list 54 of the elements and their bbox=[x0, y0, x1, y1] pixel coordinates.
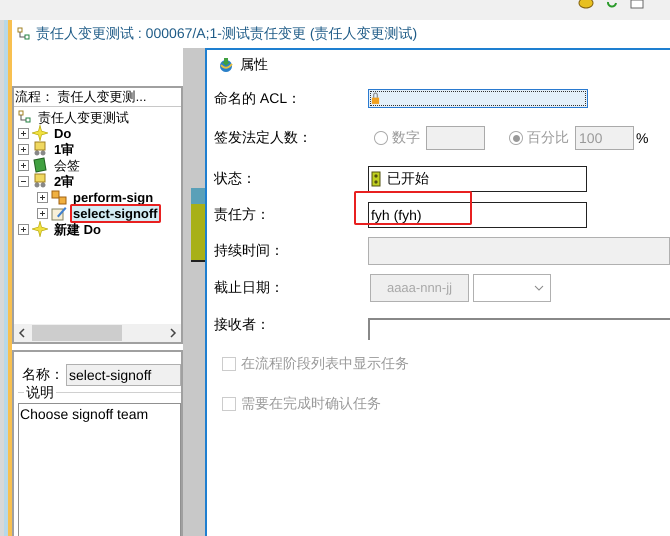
scroll-right-icon[interactable] bbox=[169, 328, 177, 338]
name-label: 名称： bbox=[22, 366, 64, 384]
chevron-down-icon bbox=[534, 284, 544, 290]
traffic-light-icon bbox=[371, 170, 381, 186]
lock-icon bbox=[371, 92, 380, 105]
description-legend: 说明 bbox=[24, 384, 56, 400]
document-icon bbox=[32, 157, 48, 173]
workflow-icon bbox=[17, 27, 31, 41]
field-label: 责任方： bbox=[214, 206, 271, 224]
field-label: 状态： bbox=[214, 170, 257, 188]
pencil-icon bbox=[51, 205, 67, 221]
description-field[interactable]: Choose signoff team bbox=[18, 403, 181, 536]
expand-toggle-icon[interactable] bbox=[37, 208, 48, 218]
recipient-field[interactable] bbox=[368, 318, 670, 340]
process-header: 流程： 责任人变更测... bbox=[14, 88, 181, 107]
status-field[interactable]: 已开始 bbox=[368, 166, 587, 192]
field-label: 命名的 ACL： bbox=[214, 90, 302, 108]
field-label: 接收者： bbox=[214, 316, 271, 334]
workflow-icon bbox=[18, 110, 32, 124]
horizontal-scrollbar[interactable] bbox=[14, 324, 181, 342]
tree-item[interactable]: select-signoff bbox=[70, 204, 161, 222]
tree-item[interactable]: 责任人变更测试 bbox=[35, 108, 132, 126]
field-label: 截止日期： bbox=[214, 278, 285, 296]
figure-icon bbox=[32, 141, 48, 157]
globe-icon bbox=[218, 57, 234, 73]
tree-item[interactable]: 2审 bbox=[51, 172, 78, 190]
expand-toggle-icon[interactable] bbox=[18, 224, 29, 234]
tree-item[interactable]: 1审 bbox=[51, 140, 78, 158]
tree-item[interactable]: perform-sign bbox=[70, 188, 156, 206]
acl-field[interactable] bbox=[368, 89, 588, 108]
toolbar-icon[interactable] bbox=[578, 0, 594, 10]
field-label: 持续时间： bbox=[214, 242, 285, 260]
window-icon[interactable] bbox=[630, 0, 644, 10]
scroll-left-icon[interactable] bbox=[18, 328, 26, 338]
figure-icon bbox=[32, 173, 48, 189]
collapse-toggle-icon[interactable] bbox=[18, 176, 29, 186]
star-icon bbox=[32, 125, 48, 141]
refresh-icon[interactable] bbox=[606, 0, 618, 10]
expand-toggle-icon[interactable] bbox=[18, 144, 29, 154]
expand-toggle-icon[interactable] bbox=[18, 160, 29, 170]
number-field[interactable] bbox=[426, 126, 485, 150]
expand-toggle-icon[interactable] bbox=[37, 192, 48, 202]
unit-label: % bbox=[636, 130, 648, 146]
responsible-field[interactable]: fyh (fyh) bbox=[368, 202, 587, 228]
expand-toggle-icon[interactable] bbox=[18, 128, 29, 138]
page-title: 责任人变更测试 : 000067/A;1-测试责任变更 (责任人变更测试) bbox=[36, 25, 418, 43]
tree-item[interactable]: 会签 bbox=[51, 156, 83, 174]
dialog-title: 属性 bbox=[240, 56, 268, 74]
boxes-icon bbox=[51, 189, 67, 205]
name-field[interactable]: select-signoff bbox=[66, 364, 181, 386]
star-icon bbox=[32, 221, 48, 237]
tree-item[interactable]: 新建 Do bbox=[51, 220, 104, 238]
field-label: 签发法定人数： bbox=[214, 129, 313, 147]
tree-item[interactable]: Do bbox=[51, 124, 74, 142]
